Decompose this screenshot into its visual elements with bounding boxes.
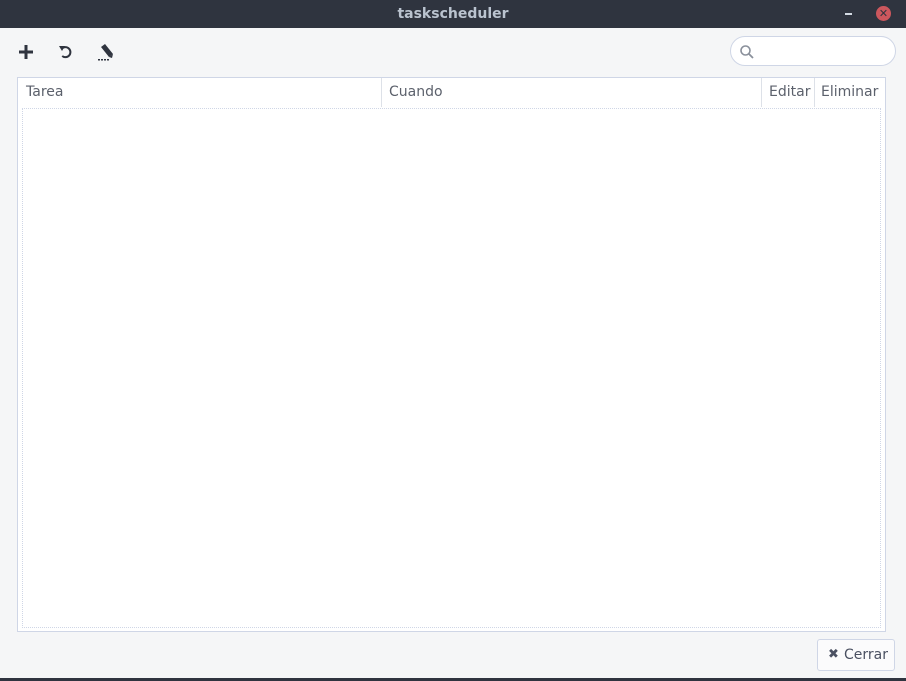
close-button-label: Cerrar <box>844 647 888 663</box>
column-header-cuando[interactable]: Cuando <box>381 78 761 107</box>
refresh-icon <box>59 46 72 59</box>
column-header-tarea[interactable]: Tarea <box>26 78 381 107</box>
close-button[interactable]: ✖ Cerrar <box>817 639 895 671</box>
plus-icon <box>19 45 33 59</box>
task-table: Tarea Cuando Editar Eliminar <box>17 77 886 632</box>
edit-icon <box>98 44 113 61</box>
refresh-button[interactable] <box>52 38 80 66</box>
title-bar[interactable]: taskscheduler ✕ <box>0 0 906 28</box>
table-body[interactable] <box>22 108 881 628</box>
search-input[interactable] <box>759 41 889 63</box>
column-header-eliminar[interactable]: Eliminar <box>814 78 885 107</box>
window-title: taskscheduler <box>397 6 509 22</box>
edit-button[interactable] <box>92 38 120 66</box>
close-icon: ✕ <box>878 7 889 20</box>
search-icon <box>740 45 754 59</box>
x-icon: ✖ <box>828 647 839 662</box>
search-box[interactable] <box>730 36 896 66</box>
toolbar <box>0 28 906 76</box>
add-task-button[interactable] <box>12 38 40 66</box>
task-scheduler-window: taskscheduler ✕ Tarea Cuando Editar Elim… <box>0 0 906 681</box>
minimize-icon <box>845 13 852 15</box>
minimize-button[interactable] <box>840 6 858 22</box>
column-header-editar[interactable]: Editar <box>761 78 814 107</box>
close-window-button[interactable]: ✕ <box>876 6 891 21</box>
table-header: Tarea Cuando Editar Eliminar <box>18 78 885 107</box>
dialog-footer: ✖ Cerrar <box>0 632 906 681</box>
